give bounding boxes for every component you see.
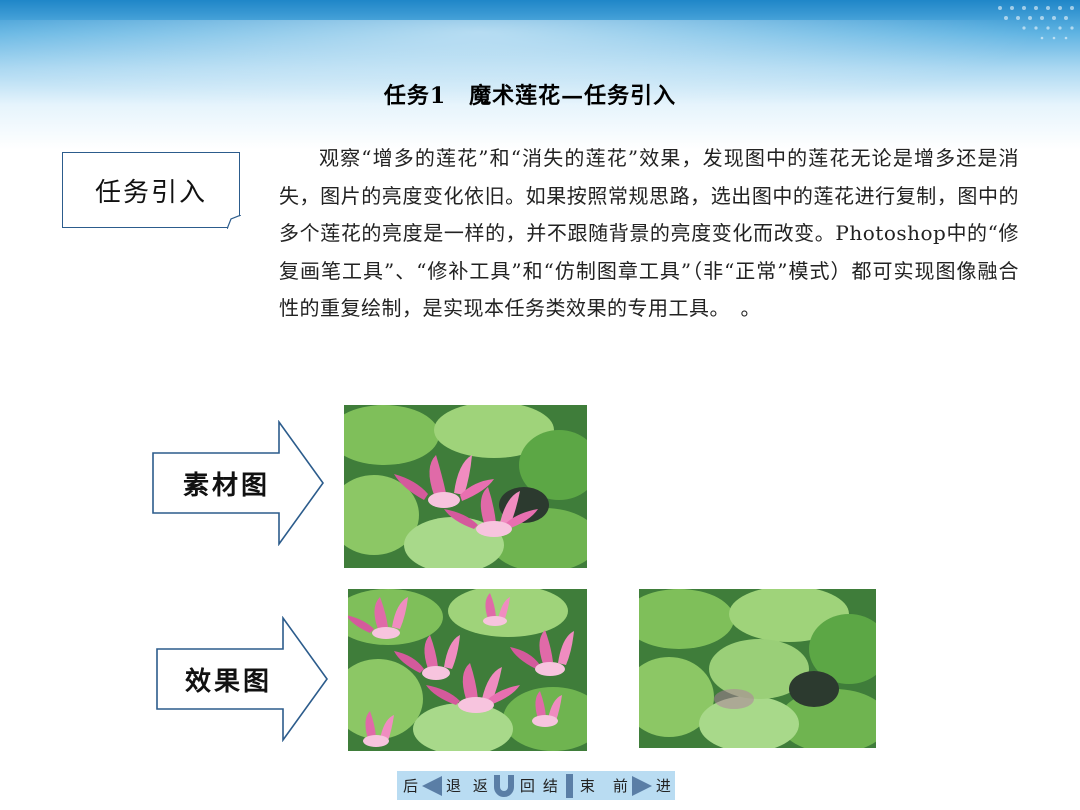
end-label-1: 结 bbox=[542, 777, 558, 795]
back-label-2: 退 bbox=[446, 777, 462, 795]
header-band bbox=[0, 0, 1080, 150]
end-bar-icon bbox=[565, 773, 573, 798]
source-label: 素材图 bbox=[183, 471, 271, 501]
return-button[interactable]: 返 回 bbox=[469, 771, 539, 800]
back-label-1: 后 bbox=[403, 777, 419, 795]
back-button[interactable]: 后 退 bbox=[397, 771, 469, 800]
source-photo bbox=[344, 405, 587, 568]
end-label-2: 束 bbox=[579, 777, 595, 795]
folded-corner bbox=[227, 215, 241, 229]
section-tag: 任务引入 bbox=[62, 152, 241, 229]
forward-label-2: 进 bbox=[655, 777, 671, 795]
return-label-1: 返 bbox=[472, 777, 488, 795]
result-photo-more bbox=[348, 589, 587, 751]
slide-title: 任务1 魔术莲花—任务引入 bbox=[383, 83, 677, 109]
dot-pattern bbox=[998, 6, 1074, 40]
section-tag-label: 任务引入 bbox=[94, 177, 207, 208]
result-label: 效果图 bbox=[185, 667, 273, 697]
u-turn-icon bbox=[493, 774, 514, 797]
result-photo-vanished bbox=[639, 589, 876, 748]
forward-label-1: 前 bbox=[612, 777, 628, 795]
forward-button[interactable]: 前 进 bbox=[607, 771, 675, 800]
description-paragraph: 观察“增多的莲花”和“消失的莲花”效果，发现图中的莲花无论是增多还是消失，图片的… bbox=[279, 146, 1019, 320]
forward-arrow-icon bbox=[631, 775, 652, 796]
navigation-bar: 后 退 返 回 结 束 前 进 bbox=[397, 771, 675, 800]
end-button[interactable]: 结 束 bbox=[539, 771, 607, 800]
back-arrow-icon bbox=[422, 775, 443, 796]
return-label-2: 回 bbox=[519, 777, 535, 795]
